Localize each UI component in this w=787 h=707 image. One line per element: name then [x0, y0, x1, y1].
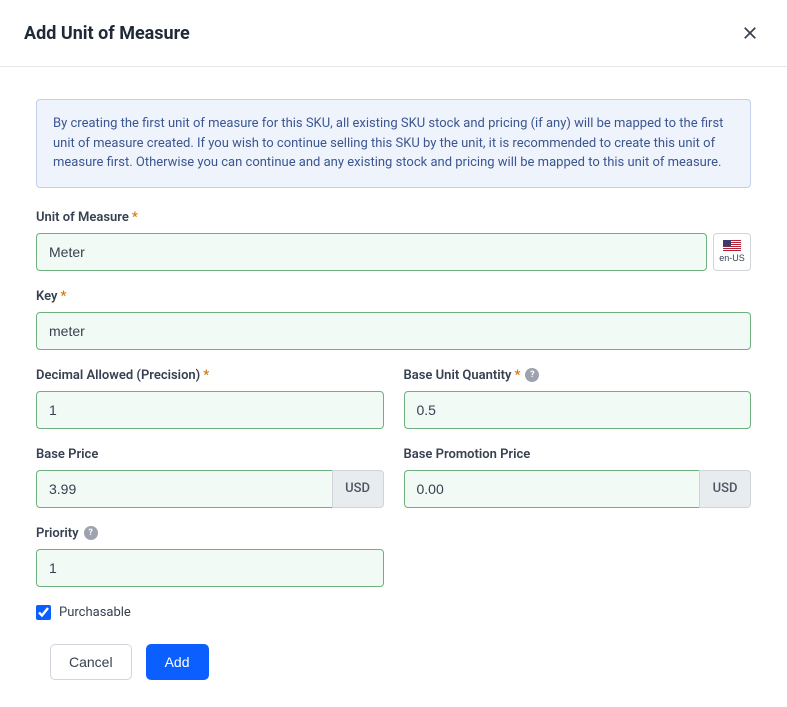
base-price-label: Base Price — [36, 447, 384, 462]
currency-suffix: USD — [699, 470, 751, 508]
cancel-button[interactable]: Cancel — [50, 644, 132, 680]
modal-body: By creating the first unit of measure fo… — [0, 67, 787, 704]
precision-input[interactable] — [36, 391, 384, 429]
required-indicator: * — [514, 368, 520, 383]
close-button[interactable] — [737, 20, 763, 46]
base-unit-quantity-group: Base Unit Quantity * ? — [404, 368, 752, 429]
help-icon[interactable]: ? — [525, 368, 539, 382]
modal-title: Add Unit of Measure — [24, 23, 190, 44]
precision-label: Decimal Allowed (Precision) * — [36, 368, 384, 383]
base-unit-quantity-label: Base Unit Quantity * ? — [404, 368, 752, 383]
locale-code: en-US — [719, 253, 745, 263]
close-icon — [741, 24, 759, 42]
currency-suffix: USD — [332, 470, 384, 508]
priority-group: Priority ? — [36, 526, 384, 587]
add-button[interactable]: Add — [146, 644, 209, 680]
required-indicator: * — [203, 368, 209, 383]
base-promo-price-label: Base Promotion Price — [404, 447, 752, 462]
purchasable-label[interactable]: Purchasable — [59, 605, 131, 620]
key-label: Key * — [36, 289, 751, 304]
modal-header: Add Unit of Measure — [0, 0, 787, 67]
us-flag-icon — [723, 240, 741, 252]
priority-input[interactable] — [36, 549, 384, 587]
precision-label-text: Decimal Allowed (Precision) — [36, 368, 200, 383]
key-label-text: Key — [36, 289, 57, 304]
priority-label-text: Priority — [36, 526, 79, 541]
unit-of-measure-label: Unit of Measure * — [36, 210, 751, 225]
key-input[interactable] — [36, 312, 751, 350]
base-promo-price-group: Base Promotion Price USD — [404, 447, 752, 508]
help-icon[interactable]: ? — [84, 526, 98, 540]
key-group: Key * — [36, 289, 751, 350]
required-indicator: * — [60, 289, 66, 304]
button-row: Cancel Add — [50, 644, 751, 680]
unit-of-measure-group: Unit of Measure * en-US — [36, 210, 751, 271]
base-unit-quantity-label-text: Base Unit Quantity — [404, 368, 512, 383]
required-indicator: * — [132, 210, 138, 225]
base-price-input[interactable] — [36, 470, 332, 508]
precision-group: Decimal Allowed (Precision) * — [36, 368, 384, 429]
info-text: By creating the first unit of measure fo… — [53, 114, 734, 173]
info-alert: By creating the first unit of measure fo… — [36, 99, 751, 188]
base-price-group: Base Price USD — [36, 447, 384, 508]
base-unit-quantity-input[interactable] — [404, 391, 752, 429]
base-promo-price-input[interactable] — [404, 470, 700, 508]
purchasable-group: Purchasable — [36, 605, 751, 620]
unit-of-measure-label-text: Unit of Measure — [36, 210, 129, 225]
spacer — [404, 526, 752, 587]
purchasable-checkbox[interactable] — [36, 605, 51, 620]
locale-selector[interactable]: en-US — [713, 233, 751, 271]
priority-label: Priority ? — [36, 526, 384, 541]
unit-of-measure-input[interactable] — [36, 233, 707, 271]
